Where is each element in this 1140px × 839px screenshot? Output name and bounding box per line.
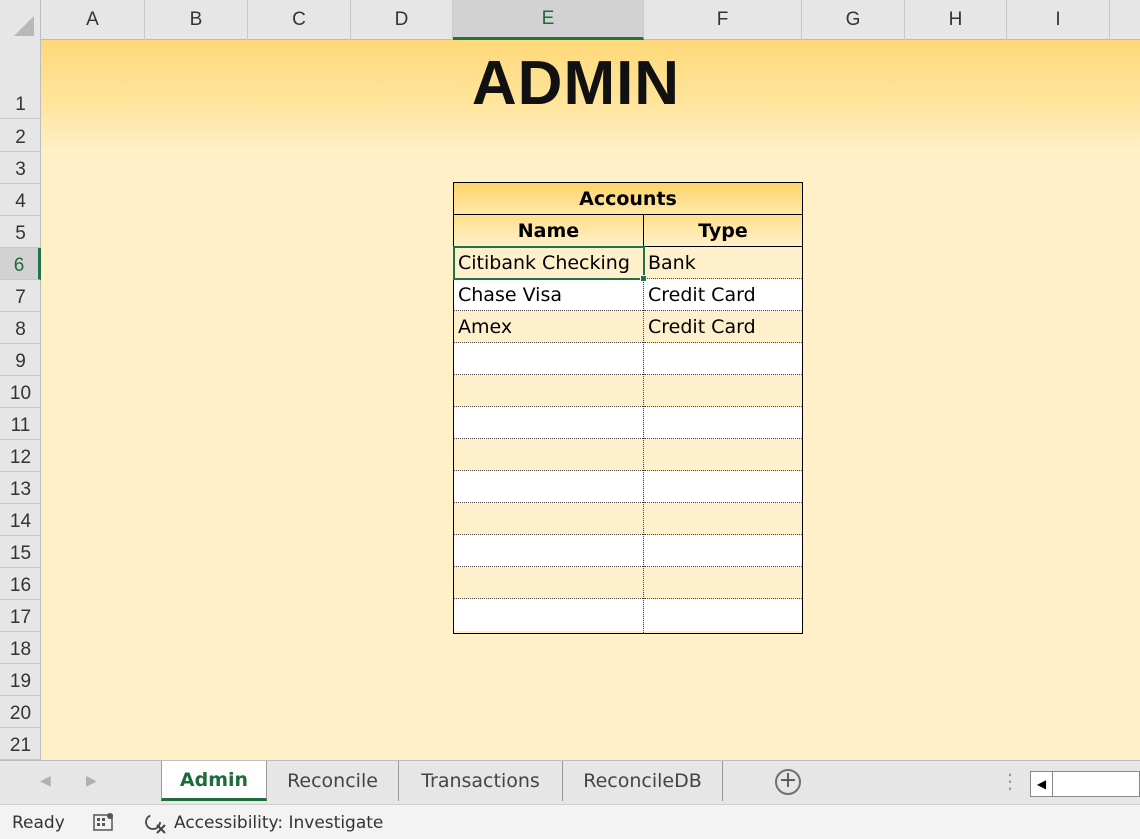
account-name-cell[interactable]: Amex [454, 311, 643, 343]
accessibility-icon[interactable] [143, 812, 169, 839]
row-header-4[interactable]: 4 [0, 184, 41, 216]
column-header-d[interactable]: D [351, 0, 453, 40]
scroll-tabs-left-icon[interactable]: ◀ [40, 773, 51, 789]
column-header-b[interactable]: B [145, 0, 248, 40]
account-type-cell[interactable] [644, 375, 802, 407]
column-header-g[interactable]: G [802, 0, 905, 40]
account-type-cell[interactable] [644, 535, 802, 567]
scroll-left-icon[interactable]: ◀ [1031, 772, 1053, 796]
account-type-cell[interactable]: Credit Card [644, 311, 802, 343]
column-header-f[interactable]: F [644, 0, 802, 40]
tab-reconcile[interactable]: Reconcile [267, 761, 399, 801]
column-type-header[interactable]: Type [644, 215, 802, 247]
row-header-3[interactable]: 3 [0, 152, 41, 184]
sheet-title: ADMIN [471, 49, 681, 118]
add-sheet-button[interactable]: + [775, 769, 801, 795]
row-header-6[interactable]: 6 [0, 248, 41, 280]
fill-handle[interactable] [640, 275, 647, 282]
select-all-triangle-icon [14, 16, 34, 36]
column-header-e[interactable]: E [453, 0, 644, 40]
account-type-cell[interactable] [644, 599, 802, 631]
column-header-bar: A B C D E F G H I [0, 0, 1140, 40]
row-header-7[interactable]: 7 [0, 280, 41, 312]
column-header-i[interactable]: I [1007, 0, 1110, 40]
row-header-16[interactable]: 16 [0, 568, 41, 600]
tab-admin[interactable]: Admin [161, 761, 267, 801]
accounts-table-header[interactable]: Accounts [454, 183, 802, 215]
column-header-a[interactable]: A [41, 0, 145, 40]
status-ready: Ready [12, 813, 65, 833]
account-type-cell[interactable] [644, 407, 802, 439]
account-type-cell[interactable] [644, 471, 802, 503]
column-header-h[interactable]: H [905, 0, 1007, 40]
account-name-cell[interactable] [454, 343, 643, 375]
tab-reconciledb[interactable]: ReconcileDB [563, 761, 723, 801]
column-divider [643, 247, 644, 633]
account-name-cell[interactable] [454, 599, 643, 631]
account-name-cell[interactable] [454, 503, 643, 535]
account-name-cell[interactable] [454, 375, 643, 407]
account-name-cell[interactable] [454, 439, 643, 471]
column-name-header[interactable]: Name [454, 215, 643, 247]
tab-splitter-handle-icon[interactable]: ⋮ [1000, 769, 1020, 793]
accessibility-status[interactable]: Accessibility: Investigate [174, 813, 383, 833]
account-type-cell[interactable]: Bank [644, 247, 802, 279]
sheet-tab-bar: ◀ ▶ Admin Reconcile Transactions Reconci… [0, 760, 1140, 804]
account-name-cell[interactable] [454, 535, 643, 567]
account-name-cell[interactable]: Chase Visa [454, 279, 643, 311]
header-column-divider [643, 215, 644, 247]
row-header-17[interactable]: 17 [0, 600, 41, 632]
tab-transactions[interactable]: Transactions [399, 761, 563, 801]
row-header-11[interactable]: 11 [0, 408, 41, 440]
row-header-bar: 1 2 3 4 5 6 7 8 9 10 11 12 13 14 15 16 1… [0, 40, 41, 760]
row-header-21[interactable]: 21 [0, 728, 41, 760]
account-type-cell[interactable] [644, 343, 802, 375]
account-name-cell[interactable] [454, 471, 643, 503]
row-header-20[interactable]: 20 [0, 696, 41, 728]
row-header-19[interactable]: 19 [0, 664, 41, 696]
row-header-15[interactable]: 15 [0, 536, 41, 568]
row-header-13[interactable]: 13 [0, 472, 41, 504]
account-name-cell[interactable] [454, 407, 643, 439]
row-header-10[interactable]: 10 [0, 376, 41, 408]
row-header-9[interactable]: 9 [0, 344, 41, 376]
row-header-18[interactable]: 18 [0, 632, 41, 664]
account-type-cell[interactable]: Credit Card [644, 279, 802, 311]
worksheet-grid[interactable]: ADMIN Accounts Name Type Citibank Checki… [41, 40, 1140, 760]
row-header-5[interactable]: 5 [0, 216, 41, 248]
horizontal-scrollbar[interactable]: ◀ [1030, 771, 1140, 797]
account-type-cell[interactable] [644, 439, 802, 471]
row-header-8[interactable]: 8 [0, 312, 41, 344]
account-name-cell[interactable] [454, 567, 643, 599]
row-header-2[interactable]: 2 [0, 119, 41, 152]
account-type-cell[interactable] [644, 567, 802, 599]
accounts-table: Accounts Name Type Citibank Checking Bank… [453, 182, 803, 634]
scroll-tabs-right-icon[interactable]: ▶ [86, 773, 97, 789]
account-type-cell[interactable] [644, 503, 802, 535]
row-header-1[interactable]: 1 [0, 40, 41, 119]
row-header-12[interactable]: 12 [0, 440, 41, 472]
row-header-14[interactable]: 14 [0, 504, 41, 536]
macro-recording-icon[interactable] [93, 812, 115, 837]
status-bar: Ready Accessibility: Investigate [0, 804, 1140, 839]
column-header-c[interactable]: C [248, 0, 351, 40]
select-all-corner[interactable] [0, 0, 41, 40]
active-cell-selection[interactable] [453, 246, 645, 280]
